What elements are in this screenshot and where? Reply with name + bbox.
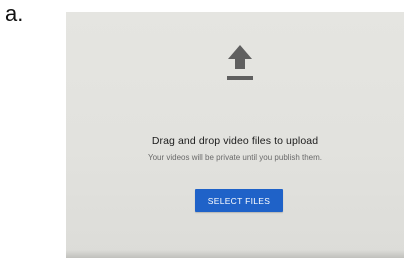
figure-label: a. — [5, 1, 24, 26]
drop-title: Drag and drop video files to upload — [151, 135, 319, 147]
privacy-note: Your videos will be private until you pu… — [147, 153, 323, 162]
upload-arrow-icon[interactable] — [225, 43, 255, 85]
upload-drop-zone[interactable]: Drag and drop video files to upload Your… — [66, 12, 404, 258]
select-files-button[interactable]: SELECT FILES — [195, 189, 283, 212]
